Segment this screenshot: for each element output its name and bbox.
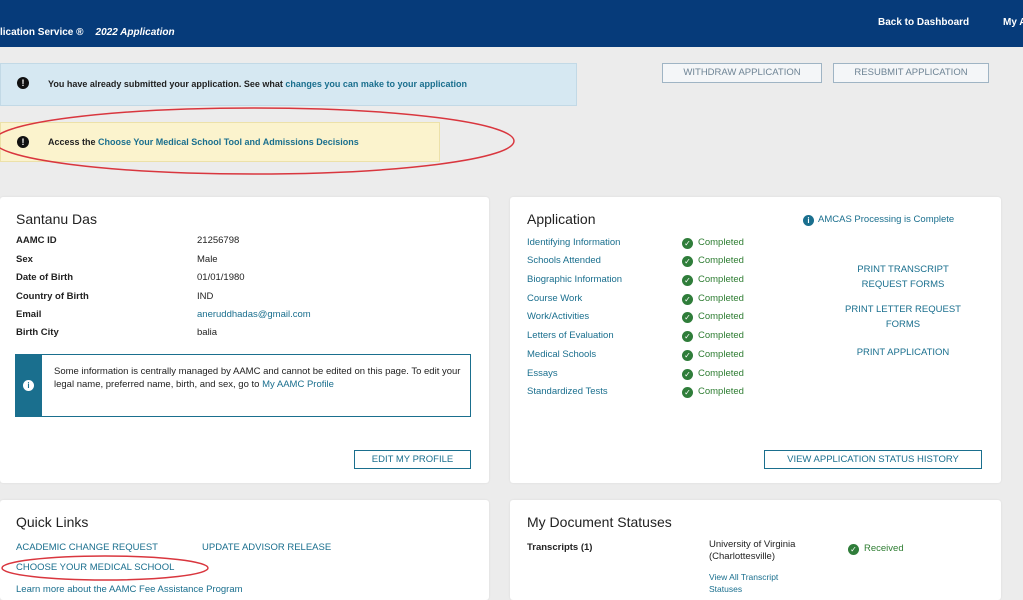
update-advisor-release-link[interactable]: UPDATE ADVISOR RELEASE (202, 542, 331, 553)
section-biographic-information[interactable]: Biographic Information (527, 274, 622, 285)
print-letter-request-forms-link[interactable]: PRINT LETTER REQUEST FORMS (830, 302, 976, 332)
country-value: IND (197, 291, 214, 302)
top-bar: lication Service ® 2022 Application Back … (0, 0, 1023, 47)
profile-info-box: i Some information is centrally managed … (15, 354, 471, 417)
check-icon: ✓ (682, 369, 693, 380)
edit-profile-button[interactable]: EDIT MY PROFILE (354, 450, 471, 469)
check-icon: ✓ (682, 350, 693, 361)
brand-name: lication Service ® (0, 27, 84, 38)
check-icon: ✓ (848, 544, 859, 555)
info-icon: i (803, 215, 814, 226)
dob-label: Date of Birth (16, 272, 73, 283)
section-status: ✓ Completed (682, 293, 744, 305)
submitted-alert-message: You have already submitted your applicat… (48, 79, 286, 89)
document-statuses-title: My Document Statuses (527, 514, 672, 530)
check-icon: ✓ (682, 312, 693, 323)
section-standardized-tests[interactable]: Standardized Tests (527, 386, 608, 397)
check-icon: ✓ (682, 294, 693, 305)
view-all-transcript-statuses-link[interactable]: View All Transcript Statuses (709, 571, 778, 595)
section-status: ✓ Completed (682, 386, 744, 398)
country-label: Country of Birth (16, 291, 89, 302)
section-work-activities[interactable]: Work/Activities (527, 311, 589, 322)
info-icon: ! (17, 136, 29, 148)
transcript-status: ✓ Received (848, 543, 904, 555)
check-icon: ✓ (682, 275, 693, 286)
profile-name: Santanu Das (16, 211, 97, 227)
application-year: 2022 Application (95, 27, 175, 38)
info-icon: ! (17, 77, 29, 89)
info-icon: i (23, 380, 34, 391)
email-value[interactable]: aneruddhadas@gmail.com (197, 309, 311, 320)
dob-value: 01/01/1980 (197, 272, 245, 283)
section-status: ✓ Completed (682, 274, 744, 286)
document-statuses-card: My Document Statuses Transcripts (1) Uni… (510, 500, 1001, 600)
quick-links-title: Quick Links (16, 514, 89, 530)
check-icon: ✓ (682, 387, 693, 398)
section-schools-attended[interactable]: Schools Attended (527, 255, 601, 266)
profile-card: Santanu Das AAMC ID 21256798 Sex Male Da… (0, 197, 489, 483)
processing-status: i AMCAS Processing is Complete (803, 214, 954, 226)
check-icon: ✓ (682, 238, 693, 249)
birth-city-label: Birth City (16, 327, 59, 338)
sex-label: Sex (16, 254, 33, 265)
section-status: ✓ Completed (682, 330, 744, 342)
fee-assistance-link[interactable]: Learn more about the AAMC Fee Assistance… (16, 584, 243, 595)
section-course-work[interactable]: Course Work (527, 293, 582, 304)
transcripts-label: Transcripts (1) (527, 542, 593, 553)
application-card: Application i AMCAS Processing is Complet… (510, 197, 1001, 483)
application-title: Application (527, 211, 596, 227)
section-status: ✓ Completed (682, 237, 744, 249)
app-brand: lication Service ® 2022 Application (0, 27, 175, 38)
section-status: ✓ Completed (682, 255, 744, 267)
print-transcript-request-forms-link[interactable]: PRINT TRANSCRIPT REQUEST FORMS (830, 262, 976, 292)
info-bar: i (16, 355, 42, 416)
view-status-history-button[interactable]: VIEW APPLICATION STATUS HISTORY (764, 450, 982, 469)
birth-city-value: balia (197, 327, 218, 338)
section-status: ✓ Completed (682, 368, 744, 380)
profile-info-message: Some information is centrally managed by… (54, 366, 461, 390)
section-status: ✓ Completed (682, 311, 744, 323)
changes-link[interactable]: changes you can make to your application (285, 79, 467, 89)
aamc-id-label: AAMC ID (16, 235, 57, 246)
section-identifying-information[interactable]: Identifying Information (527, 237, 620, 248)
profile-info-text: Some information is centrally managed by… (54, 366, 464, 391)
access-alert: ! Access the Choose Your Medical School … (0, 122, 440, 162)
back-to-dashboard-link[interactable]: Back to Dashboard (878, 17, 969, 28)
withdraw-application-button[interactable]: WITHDRAW APPLICATION (662, 63, 822, 83)
check-icon: ✓ (682, 331, 693, 342)
aamc-id-value: 21256798 (197, 235, 240, 246)
academic-change-request-link[interactable]: ACADEMIC CHANGE REQUEST (16, 542, 158, 553)
print-application-link[interactable]: PRINT APPLICATION (830, 345, 976, 360)
choose-medical-school-link[interactable]: CHOOSE YOUR MEDICAL SCHOOL (16, 562, 174, 573)
resubmit-application-button[interactable]: RESUBMIT APPLICATION (833, 63, 989, 83)
choose-school-tool-link[interactable]: Choose Your Medical School Tool and Admi… (98, 137, 359, 147)
access-alert-message: Access the (48, 137, 99, 147)
transcript-school: University of Virginia (Charlottesville) (709, 539, 796, 562)
section-status: ✓ Completed (682, 349, 744, 361)
my-account-link[interactable]: My A (1003, 17, 1023, 28)
access-alert-text: Access the Choose Your Medical School To… (48, 137, 359, 147)
my-aamc-profile-link[interactable]: My AAMC Profile (262, 379, 334, 390)
section-letters-of-evaluation[interactable]: Letters of Evaluation (527, 330, 614, 341)
submitted-alert-text: You have already submitted your applicat… (48, 79, 467, 89)
processing-status-text: AMCAS Processing is Complete (818, 214, 955, 225)
quick-links-card: Quick Links ACADEMIC CHANGE REQUEST UPDA… (0, 500, 489, 600)
sex-value: Male (197, 254, 218, 265)
submitted-alert: ! You have already submitted your applic… (0, 63, 577, 106)
section-essays[interactable]: Essays (527, 368, 558, 379)
check-icon: ✓ (682, 256, 693, 267)
email-label: Email (16, 309, 42, 320)
section-medical-schools[interactable]: Medical Schools (527, 349, 596, 360)
